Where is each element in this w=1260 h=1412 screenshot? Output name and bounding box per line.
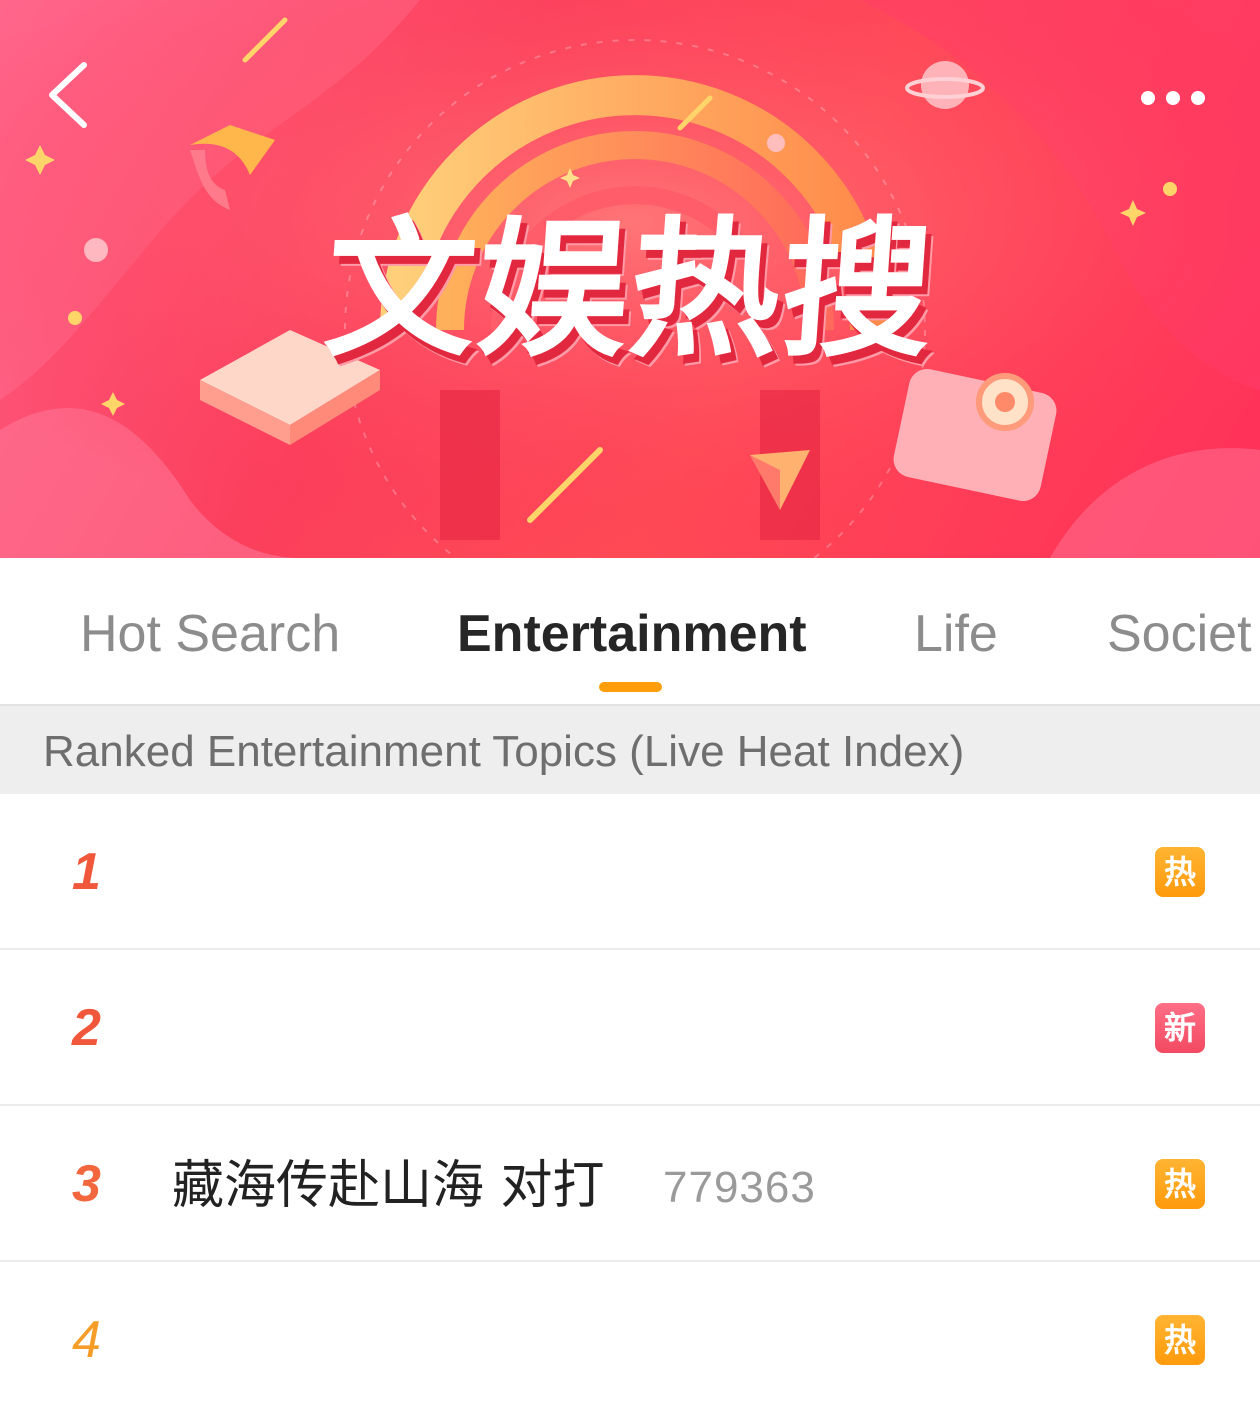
list-item[interactable]: 1 热	[0, 794, 1260, 950]
tab-hot-search[interactable]: Hot Search	[80, 602, 340, 702]
heat-index: 779363	[663, 1163, 816, 1212]
section-title: Ranked Entertainment Topics (Live Heat I…	[43, 727, 965, 776]
new-badge: 新	[1155, 1003, 1205, 1053]
rank-number: 3	[72, 1155, 101, 1213]
back-button[interactable]	[40, 55, 110, 135]
tab-life[interactable]: Life	[914, 602, 998, 702]
banner-title: 文娱热搜	[319, 204, 941, 378]
section-header: Ranked Entertainment Topics (Live Heat I…	[0, 704, 1260, 794]
hot-badge: 热	[1155, 847, 1205, 897]
list-item[interactable]: 2 新	[0, 950, 1260, 1106]
more-horizontal-icon	[1141, 91, 1205, 105]
rank-number: 1	[72, 843, 101, 901]
list-item[interactable]: 3 藏海传赴山海 对打 779363 热	[0, 1106, 1260, 1262]
header-banner: 文娱热搜	[0, 0, 1260, 558]
rank-number: 4	[72, 1311, 101, 1369]
more-options-button[interactable]	[1130, 80, 1220, 116]
hot-badge: 热	[1155, 1159, 1205, 1209]
list-item[interactable]: 4 热	[0, 1262, 1260, 1412]
chevron-left-icon	[49, 62, 87, 128]
tab-society[interactable]: Societ	[1107, 602, 1252, 702]
topic-title[interactable]: 藏海传赴山海 对打	[172, 1156, 605, 1216]
hot-badge: 热	[1155, 1315, 1205, 1365]
active-tab-indicator	[599, 682, 662, 692]
rank-number: 2	[72, 999, 101, 1057]
